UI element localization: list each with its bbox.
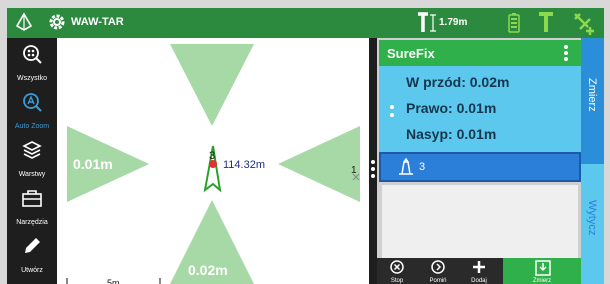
tab-measure-label: Zmierz bbox=[586, 78, 598, 112]
point-number-label: 3 bbox=[209, 150, 216, 162]
tab-measure[interactable]: Zmierz bbox=[581, 38, 604, 164]
more-menu-icon[interactable] bbox=[563, 45, 569, 66]
zoom-all-button[interactable]: Wszystko bbox=[7, 38, 57, 86]
edge-number-label: 1 bbox=[351, 165, 357, 176]
stakeout-point-row[interactable]: 3 bbox=[379, 152, 581, 182]
survey-point-icon bbox=[397, 157, 415, 181]
auto-zoom-button[interactable]: Auto Zoom bbox=[7, 86, 57, 134]
create-label: Utwórz bbox=[21, 267, 43, 274]
distance-label: 114.32m bbox=[223, 159, 265, 171]
antenna-height-icon bbox=[415, 12, 439, 39]
action-bar: Stop Pomiń Dodaj Zmierz bbox=[377, 258, 581, 284]
top-bar: WAW-TAR 1.79m bbox=[7, 8, 604, 38]
stop-label: Stop bbox=[390, 278, 404, 284]
project-name[interactable]: WAW-TAR bbox=[71, 16, 124, 28]
stakeout-point-label: 3 bbox=[419, 161, 426, 173]
plus-icon bbox=[473, 261, 485, 273]
fill-offset: Nasyp: 0.01m bbox=[406, 126, 497, 142]
auto-zoom-icon bbox=[23, 93, 42, 112]
skip-label: Pomiń bbox=[429, 278, 447, 284]
save-point-icon bbox=[535, 260, 551, 276]
antenna-icon bbox=[537, 11, 555, 38]
layers-label: Warstwy bbox=[18, 171, 46, 178]
surefix-title: SureFix bbox=[387, 46, 435, 61]
stop-icon bbox=[390, 260, 404, 274]
tools-button[interactable]: Narzędzia bbox=[7, 182, 57, 230]
left-offset-label: 0.01m bbox=[73, 156, 113, 172]
antenna-height-value: 1.79m bbox=[439, 17, 468, 28]
tools-label: Narzędzia bbox=[16, 219, 48, 226]
zoom-all-icon bbox=[23, 45, 42, 64]
stack-icon bbox=[22, 141, 42, 159]
map-view[interactable]: 0.01m 0.02m 3 114.32m 1 5m bbox=[57, 38, 369, 284]
panel-resize-handle[interactable] bbox=[369, 38, 377, 284]
arrow-right bbox=[278, 126, 360, 202]
app-window: WAW-TAR 1.79m Wszystko Auto Zoom Warstwy bbox=[7, 8, 604, 284]
create-button[interactable]: Utwórz bbox=[7, 230, 57, 278]
toolbox-icon bbox=[22, 190, 42, 207]
layers-button[interactable]: Warstwy bbox=[7, 134, 57, 182]
bottom-offset-label: 0.02m bbox=[188, 262, 228, 278]
point-list[interactable] bbox=[382, 185, 578, 259]
offset-info-box: W przód: 0.02m Prawo: 0.01m Nasyp: 0.01m bbox=[379, 66, 581, 152]
surefix-header: SureFix bbox=[379, 40, 581, 66]
skip-icon bbox=[431, 260, 445, 274]
zoom-all-label: Wszystko bbox=[17, 75, 47, 82]
right-offset: Prawo: 0.01m bbox=[406, 100, 497, 116]
add-label: Dodaj bbox=[471, 278, 487, 284]
pencil-icon bbox=[25, 238, 40, 253]
satellite-icon bbox=[572, 11, 598, 40]
drag-handle-icon[interactable] bbox=[389, 104, 395, 123]
skip-button[interactable]: Pomiń bbox=[418, 258, 458, 284]
auto-zoom-label: Auto Zoom bbox=[14, 123, 50, 130]
forward-offset: W przód: 0.02m bbox=[406, 74, 510, 90]
left-toolbar: Wszystko Auto Zoom Warstwy Narzędzia Utw… bbox=[7, 38, 57, 284]
tab-stakeout-label: Wytycz bbox=[586, 200, 598, 236]
stop-button[interactable]: Stop bbox=[377, 258, 417, 284]
arrow-top bbox=[170, 44, 254, 126]
scale-label: 5m bbox=[107, 278, 120, 284]
layers-icon[interactable] bbox=[15, 12, 33, 37]
add-button[interactable]: Dodaj bbox=[459, 258, 499, 284]
surefix-panel: SureFix W przód: 0.02m Prawo: 0.01m Nasy… bbox=[377, 38, 584, 284]
measure-label: Zmierz bbox=[532, 278, 552, 284]
tab-stakeout[interactable]: Wytycz bbox=[581, 164, 604, 284]
gear-icon[interactable] bbox=[47, 12, 67, 37]
battery-icon bbox=[508, 13, 520, 38]
measure-button[interactable]: Zmierz bbox=[503, 258, 581, 284]
